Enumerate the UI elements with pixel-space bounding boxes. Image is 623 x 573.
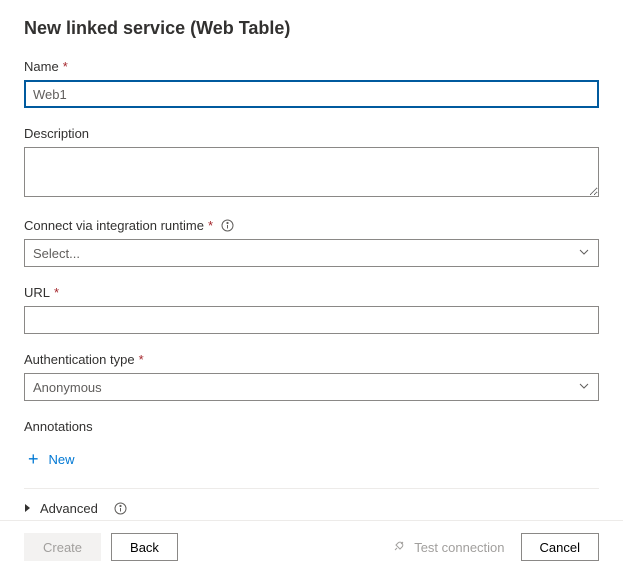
required-asterisk: *	[63, 59, 68, 74]
create-button: Create	[24, 533, 101, 561]
add-new-label: New	[49, 452, 75, 467]
annotations-field: Annotations + New	[24, 419, 599, 474]
runtime-field: Connect via integration runtime * Select…	[24, 218, 599, 267]
name-field: Name *	[24, 59, 599, 108]
footer: Create Back Test connection Cancel	[0, 520, 623, 573]
annotations-label-text: Annotations	[24, 419, 93, 434]
auth-select[interactable]: Anonymous	[24, 373, 599, 401]
caret-right-icon	[24, 501, 32, 516]
auth-field: Authentication type * Anonymous	[24, 352, 599, 401]
test-connection-label: Test connection	[414, 540, 504, 555]
description-label-text: Description	[24, 126, 89, 141]
url-field: URL *	[24, 285, 599, 334]
name-label-text: Name	[24, 59, 59, 74]
info-icon[interactable]	[221, 219, 234, 232]
required-asterisk: *	[139, 352, 144, 367]
page-title: New linked service (Web Table)	[24, 18, 599, 39]
runtime-select[interactable]: Select...	[24, 239, 599, 267]
info-icon[interactable]	[114, 502, 127, 515]
footer-right: Test connection Cancel	[392, 533, 599, 561]
url-input[interactable]	[24, 306, 599, 334]
auth-selected: Anonymous	[33, 380, 102, 395]
plug-icon	[392, 539, 406, 556]
back-button[interactable]: Back	[111, 533, 178, 561]
add-annotation-button[interactable]: + New	[24, 444, 79, 474]
auth-label-text: Authentication type	[24, 352, 135, 367]
chevron-down-icon	[578, 246, 590, 261]
annotations-label: Annotations	[24, 419, 599, 434]
advanced-label: Advanced	[40, 501, 98, 516]
runtime-label-text: Connect via integration runtime	[24, 218, 204, 233]
required-asterisk: *	[54, 285, 59, 300]
auth-label: Authentication type *	[24, 352, 599, 367]
footer-left: Create Back	[24, 533, 178, 561]
chevron-down-icon	[578, 380, 590, 395]
name-input[interactable]	[24, 80, 599, 108]
runtime-label: Connect via integration runtime *	[24, 218, 599, 233]
divider	[24, 488, 599, 489]
plus-icon: +	[28, 450, 39, 468]
advanced-toggle[interactable]: Advanced	[24, 501, 599, 516]
url-label: URL *	[24, 285, 599, 300]
description-input[interactable]	[24, 147, 599, 197]
description-field: Description	[24, 126, 599, 200]
runtime-selected: Select...	[33, 246, 80, 261]
url-label-text: URL	[24, 285, 50, 300]
cancel-button[interactable]: Cancel	[521, 533, 599, 561]
test-connection-button: Test connection	[392, 539, 510, 556]
name-label: Name *	[24, 59, 599, 74]
required-asterisk: *	[208, 218, 213, 233]
description-label: Description	[24, 126, 599, 141]
